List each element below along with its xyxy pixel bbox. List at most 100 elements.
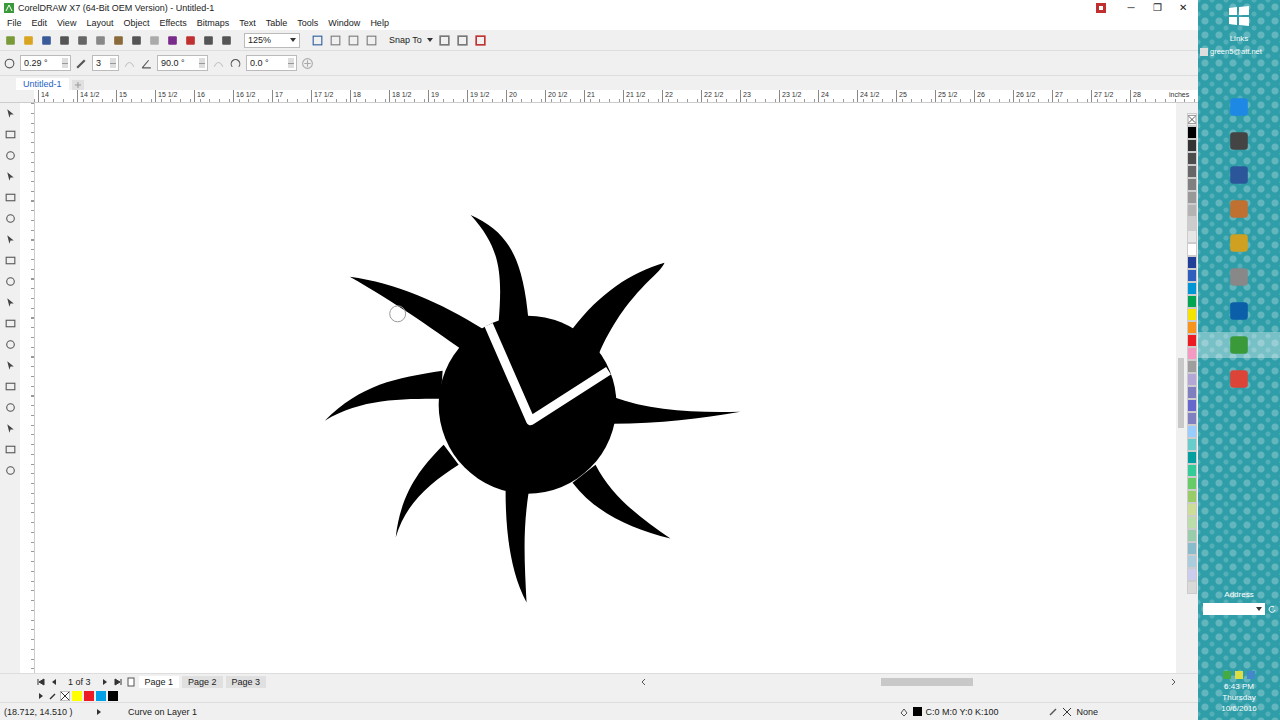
- spinner[interactable]: [62, 58, 68, 68]
- palette-swatch[interactable]: [1187, 230, 1197, 243]
- sun-arm[interactable]: [350, 277, 483, 349]
- palette-swatch[interactable]: [1187, 516, 1197, 529]
- no-color-icon[interactable]: [60, 691, 70, 701]
- nodes-field[interactable]: 3: [92, 55, 119, 71]
- sun-arm[interactable]: [471, 215, 529, 323]
- horizontal-ruler[interactable]: 1414 1/21515 1/21616 1/21717 1/21818 1/2…: [34, 90, 1198, 102]
- first-page-icon[interactable]: [36, 677, 46, 687]
- account-row[interactable]: green5@att.net: [1198, 47, 1262, 56]
- palette-swatch[interactable]: [1187, 412, 1197, 425]
- network-icon[interactable]: [1223, 671, 1231, 679]
- polygon-tool-icon[interactable]: [4, 275, 17, 288]
- palette-swatch[interactable]: [1187, 386, 1197, 399]
- palette-swatch[interactable]: [1187, 178, 1197, 191]
- palette-swatch[interactable]: [1187, 165, 1197, 178]
- palette-swatch[interactable]: [1187, 529, 1197, 542]
- palette-swatch[interactable]: [1187, 399, 1197, 412]
- menu-item[interactable]: Tools: [292, 18, 323, 28]
- align-icon[interactable]: [456, 34, 469, 47]
- crop-tool-icon[interactable]: [4, 149, 17, 162]
- security-icon[interactable]: [1247, 671, 1255, 679]
- options-icon[interactable]: [438, 34, 451, 47]
- menu-item[interactable]: Table: [261, 18, 293, 28]
- last-page-icon[interactable]: [113, 677, 123, 687]
- clock[interactable]: 6:43 PM Thursday 10/6/2016: [1221, 681, 1257, 714]
- palette-arrow-icon[interactable]: [36, 691, 46, 701]
- menu-item[interactable]: View: [52, 18, 81, 28]
- window-control[interactable]: ❐: [1146, 1, 1168, 15]
- import-icon[interactable]: [184, 34, 197, 47]
- freehand-tool-icon[interactable]: [4, 191, 17, 204]
- links-label[interactable]: Links: [1230, 34, 1249, 43]
- text-tool-icon[interactable]: [4, 296, 17, 309]
- taskbar-app[interactable]: [1198, 298, 1280, 324]
- print-icon[interactable]: [58, 34, 71, 47]
- taskbar-app[interactable]: [1198, 264, 1280, 290]
- sun-drawing[interactable]: [35, 103, 1176, 673]
- angle-field[interactable]: 90.0 °: [157, 55, 208, 71]
- publish-pdf-icon[interactable]: [220, 34, 233, 47]
- zoom-tool-icon[interactable]: [4, 170, 17, 183]
- zoom-combo[interactable]: 125%: [244, 33, 300, 48]
- menu-item[interactable]: Window: [323, 18, 365, 28]
- taskbar-app[interactable]: [1198, 332, 1280, 358]
- shape-tool-icon[interactable]: [4, 128, 17, 141]
- sun-arm[interactable]: [506, 491, 529, 603]
- eyedropper-tool-icon[interactable]: [4, 401, 17, 414]
- transparency-tool-icon[interactable]: [4, 380, 17, 393]
- connector-tool-icon[interactable]: [4, 338, 17, 351]
- windows-logo-icon[interactable]: [1227, 4, 1251, 28]
- volume-icon[interactable]: [1235, 671, 1243, 679]
- palette-swatch[interactable]: [1187, 503, 1197, 516]
- sun-arm[interactable]: [612, 397, 740, 424]
- save-icon[interactable]: [40, 34, 53, 47]
- previous-page-icon[interactable]: [49, 677, 59, 687]
- spinner[interactable]: [288, 58, 294, 68]
- document-palette-swatch[interactable]: [108, 691, 118, 701]
- window-control[interactable]: ─: [1120, 1, 1142, 15]
- palette-swatch[interactable]: [1187, 243, 1197, 256]
- page-tab[interactable]: Page 2: [182, 676, 223, 688]
- palette-swatch[interactable]: [1187, 555, 1197, 568]
- scroll-right-icon[interactable]: [1168, 677, 1178, 687]
- scroll-left-icon[interactable]: [639, 677, 649, 687]
- page-tab[interactable]: Page 1: [139, 676, 180, 688]
- palette-swatch[interactable]: [1187, 490, 1197, 503]
- document-palette-swatch[interactable]: [72, 691, 82, 701]
- artistic-media-tool-icon[interactable]: [4, 212, 17, 225]
- menu-item[interactable]: Edit: [27, 18, 53, 28]
- menu-item[interactable]: Help: [365, 18, 394, 28]
- refresh-icon[interactable]: [1268, 605, 1276, 613]
- vertical-scrollbar[interactable]: [1176, 103, 1186, 673]
- document-tab[interactable]: Untitled-1: [16, 78, 69, 90]
- palette-swatch[interactable]: [1187, 282, 1197, 295]
- taskbar-app[interactable]: [1198, 94, 1280, 120]
- palette-swatch[interactable]: [1187, 321, 1197, 334]
- redo-icon[interactable]: [148, 34, 161, 47]
- scroll-track[interactable]: [651, 678, 1166, 686]
- palette-swatch[interactable]: [1187, 581, 1197, 594]
- scroll-thumb[interactable]: [881, 678, 973, 686]
- menu-item[interactable]: Effects: [154, 18, 191, 28]
- taskbar-app[interactable]: [1198, 196, 1280, 222]
- interactive-fill-tool-icon[interactable]: [4, 422, 17, 435]
- eyedropper-icon[interactable]: [48, 691, 58, 701]
- palette-swatch[interactable]: [1187, 438, 1197, 451]
- full-screen-icon[interactable]: [311, 34, 324, 47]
- taskbar-app[interactable]: [1198, 366, 1280, 392]
- palette-swatch[interactable]: [1187, 269, 1197, 282]
- new-icon[interactable]: [4, 34, 17, 47]
- outline-width-field[interactable]: 0.29 °: [20, 55, 71, 71]
- no-color-icon[interactable]: [1187, 113, 1197, 126]
- document-palette-swatch[interactable]: [96, 691, 106, 701]
- spinner[interactable]: [199, 58, 205, 68]
- help-icon[interactable]: [1096, 3, 1106, 13]
- page-tab[interactable]: Page 3: [226, 676, 267, 688]
- scroll-thumb[interactable]: [1178, 358, 1184, 428]
- paste-icon[interactable]: [112, 34, 125, 47]
- open-icon[interactable]: [22, 34, 35, 47]
- sun-arm[interactable]: [573, 263, 665, 355]
- drop-shadow-tool-icon[interactable]: [4, 359, 17, 372]
- document-palette-swatch[interactable]: [84, 691, 94, 701]
- spinner[interactable]: [110, 58, 116, 68]
